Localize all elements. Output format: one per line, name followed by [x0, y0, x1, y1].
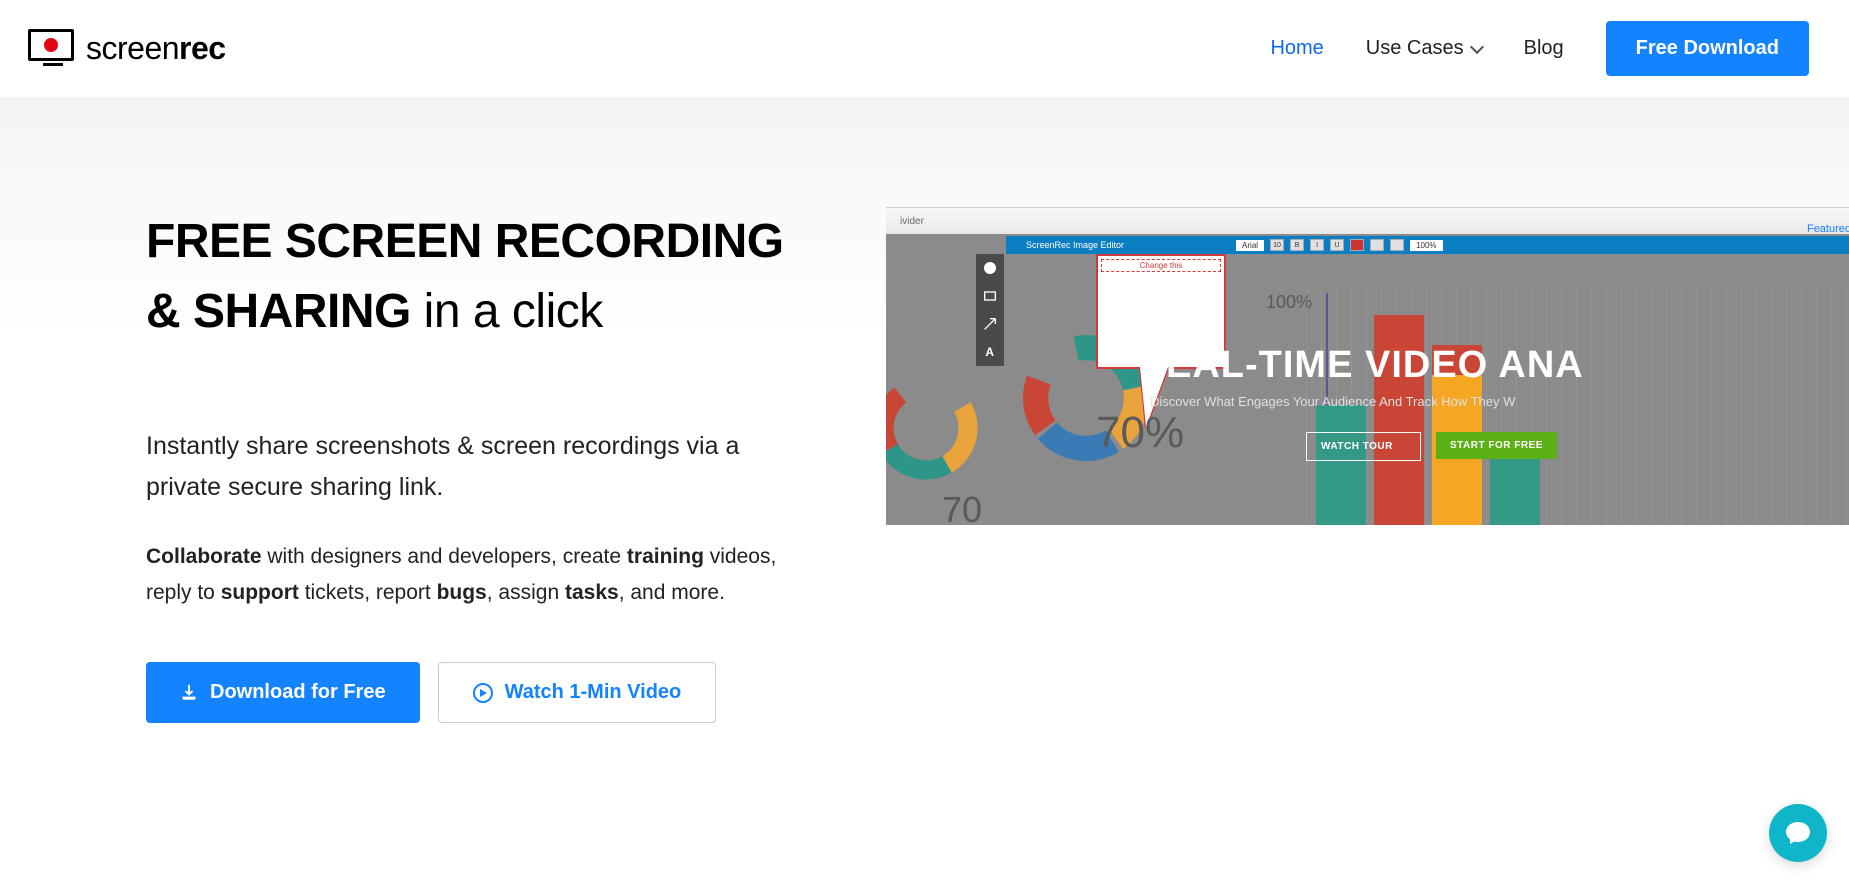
- svg-text:A: A: [985, 345, 994, 359]
- hero-body: Collaborate with designers and developer…: [146, 539, 806, 613]
- watch-button-label: Watch 1-Min Video: [505, 681, 682, 704]
- hero-section: FREE SCREEN RECORDING & SHARING in a cli…: [0, 97, 1849, 723]
- download-icon: [180, 684, 198, 702]
- free-download-button[interactable]: Free Download: [1606, 21, 1809, 76]
- italic-icon: I: [1310, 239, 1324, 251]
- donut-chart-icon: [886, 368, 986, 488]
- watch-video-button[interactable]: Watch 1-Min Video: [438, 662, 717, 723]
- overlay-headline: EAL-TIME VIDEO ANA: [1166, 344, 1584, 387]
- hero-left: FREE SCREEN RECORDING & SHARING in a cli…: [146, 207, 806, 723]
- download-for-free-button[interactable]: Download for Free: [146, 662, 420, 723]
- nav-home[interactable]: Home: [1270, 37, 1323, 60]
- chat-bubble-icon: [982, 260, 998, 276]
- bold-icon: B: [1290, 239, 1304, 251]
- editor-btn: 10: [1270, 239, 1284, 251]
- text-icon: A: [982, 344, 998, 360]
- chat-icon: [1784, 820, 1812, 846]
- font-field: Arial: [1236, 240, 1264, 251]
- bar-chart-icon: [1316, 308, 1540, 525]
- percent-label: 70: [942, 489, 982, 525]
- overlay-subhead: Discover What Engages Your Audience And …: [1150, 394, 1515, 409]
- zoom-field: 100%: [1410, 240, 1442, 251]
- nav: Home Use Cases Blog Free Download: [1270, 21, 1809, 76]
- logo[interactable]: screenrec: [28, 29, 226, 69]
- chevron-down-icon: [1470, 39, 1484, 53]
- percent-label: 70%: [1096, 408, 1184, 458]
- nav-usecases[interactable]: Use Cases: [1366, 37, 1482, 60]
- logo-text: screenrec: [86, 30, 226, 67]
- editor-title: ScreenRec Image Editor: [1026, 240, 1124, 250]
- preview-topbar: ivider: [886, 208, 1849, 234]
- hero-right: ivider Featured ScreenRec Image Editor A…: [886, 207, 1849, 723]
- preview-image: ivider Featured ScreenRec Image Editor A…: [886, 207, 1849, 525]
- start-free-button: START FOR FREE: [1436, 432, 1557, 459]
- underline-icon: U: [1330, 239, 1344, 251]
- editor-btn: [1390, 239, 1404, 251]
- callout-label: Change this: [1101, 259, 1221, 272]
- hero-title: FREE SCREEN RECORDING & SHARING in a cli…: [146, 207, 806, 346]
- featured-label: Featured: [1807, 223, 1849, 235]
- play-icon: [473, 683, 493, 703]
- rectangle-icon: [982, 288, 998, 304]
- nav-usecases-label: Use Cases: [1366, 37, 1464, 60]
- hero-subtitle: Instantly share screenshots & screen rec…: [146, 426, 806, 509]
- header: screenrec Home Use Cases Blog Free Downl…: [0, 0, 1849, 97]
- watch-tour-button: WATCH TOUR: [1306, 432, 1421, 461]
- editor-btn: [1370, 239, 1384, 251]
- percent-label: 100%: [1266, 292, 1312, 313]
- nav-blog[interactable]: Blog: [1524, 37, 1564, 60]
- editor-titlebar: ScreenRec Image Editor Arial 10 B I U 10…: [1006, 236, 1849, 254]
- color-icon: [1350, 239, 1364, 251]
- editor-sidebar: A: [976, 254, 1004, 366]
- chat-widget-button[interactable]: [1769, 804, 1827, 862]
- hero-buttons: Download for Free Watch 1-Min Video: [146, 662, 806, 723]
- download-button-label: Download for Free: [210, 681, 386, 704]
- arrow-icon: [982, 316, 998, 332]
- logo-icon: [28, 29, 78, 69]
